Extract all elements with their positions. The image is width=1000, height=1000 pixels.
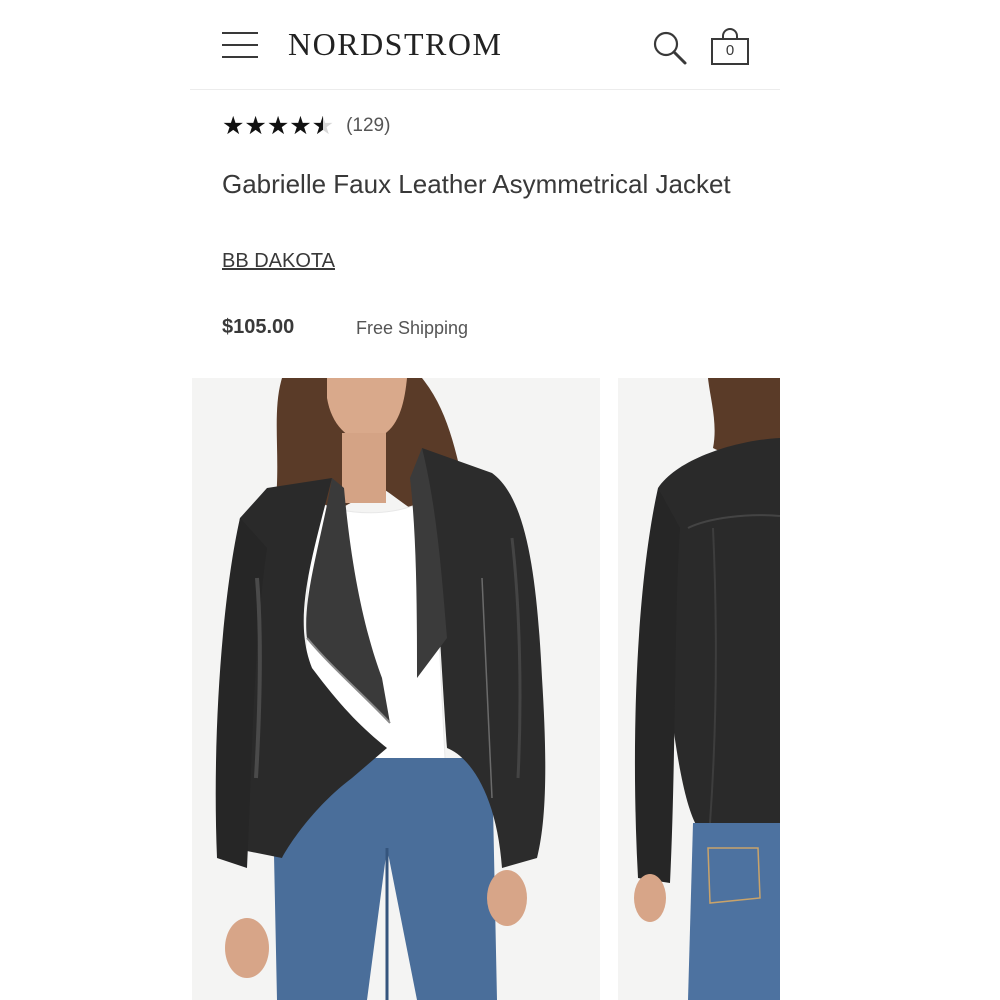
shopping-bag-icon[interactable]: 0 <box>710 28 750 66</box>
shipping-note: Free Shipping <box>356 318 469 338</box>
product-page: NORDSTROM 0 ★★★★★ ★★★★★ (129) Gabrielle … <box>190 0 780 1000</box>
bag-count: 0 <box>725 42 735 59</box>
product-title: Gabrielle Faux Leather Asymmetrical Jack… <box>222 169 731 199</box>
product-image-back[interactable] <box>618 378 780 1000</box>
brand-link[interactable]: BB DAKOTA <box>222 250 335 273</box>
rating-stars: ★★★★★ ★★★★★ <box>222 112 335 140</box>
product-price: $105.00 <box>222 316 295 338</box>
hamburger-menu-icon[interactable] <box>222 30 258 60</box>
site-header: NORDSTROM 0 <box>190 0 780 90</box>
search-icon[interactable] <box>652 30 688 66</box>
product-rating[interactable]: ★★★★★ ★★★★★ (129) <box>222 112 390 140</box>
nordstrom-logo[interactable]: NORDSTROM <box>288 26 502 63</box>
product-image-front[interactable] <box>192 378 600 1000</box>
review-count[interactable]: (129) <box>346 115 390 137</box>
